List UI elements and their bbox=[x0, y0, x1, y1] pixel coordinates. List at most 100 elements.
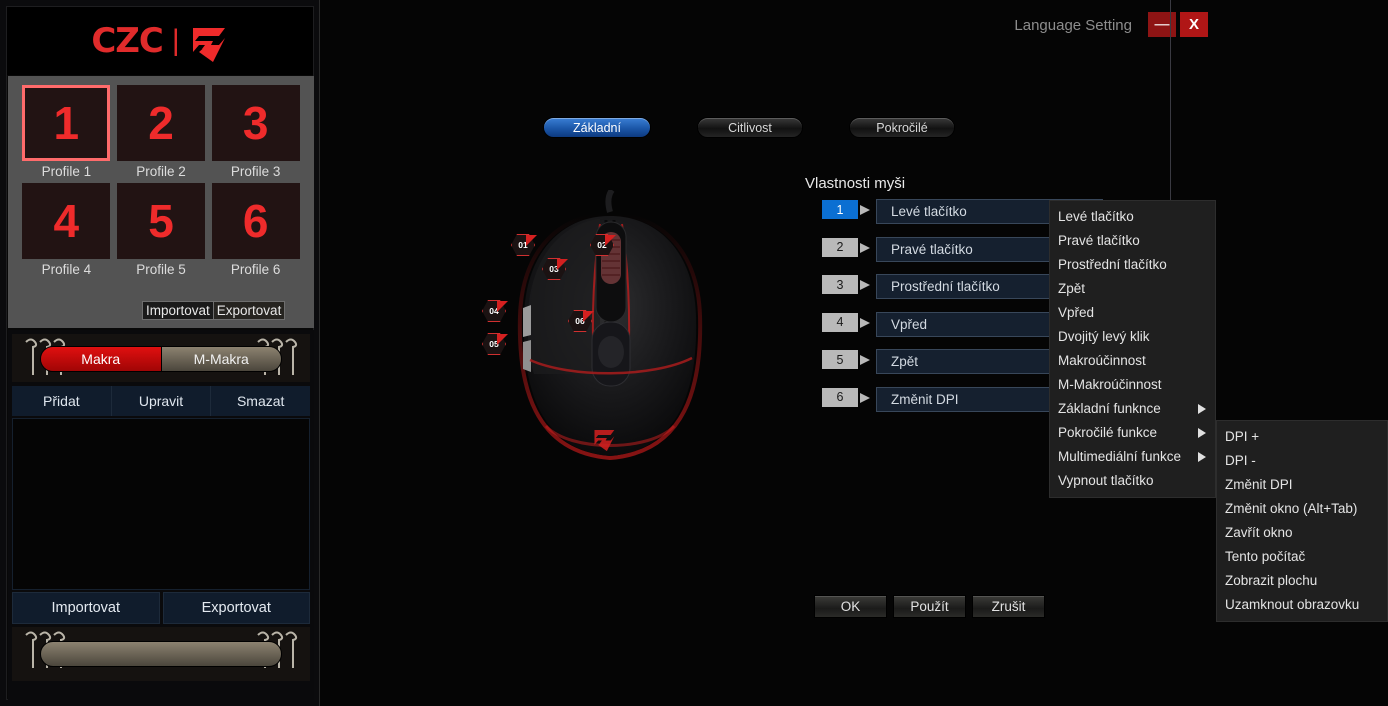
macro-tab-m-makra[interactable]: M-Makra bbox=[161, 347, 281, 371]
app-window: CZC | 1 Profile 1 2 Profile 2 3 Profile … bbox=[0, 0, 1388, 706]
button-index-badge[interactable]: 6 bbox=[822, 387, 858, 407]
profile-label: Profile 5 bbox=[136, 262, 186, 277]
submenu-item-zmenit-okno[interactable]: Změnit okno (Alt+Tab) bbox=[1217, 497, 1387, 521]
macro-import-button[interactable]: Importovat bbox=[12, 592, 160, 624]
menu-item-zakladni-funkce[interactable]: Základní funknce bbox=[1050, 397, 1215, 421]
mouse-callout-05: 05 bbox=[482, 333, 508, 355]
profile-number: 5 bbox=[148, 195, 174, 247]
macro-action-bar: Přidat Upravit Smazat bbox=[12, 386, 311, 416]
menu-item-vypnout-tlacitko[interactable]: Vypnout tlačítko bbox=[1050, 469, 1215, 493]
macro-export-button[interactable]: Exportovat bbox=[162, 592, 310, 624]
profile-item-6[interactable]: 6 Profile 6 bbox=[211, 183, 300, 277]
sidebar-inner-frame: CZC | 1 Profile 1 2 Profile 2 3 Profile … bbox=[6, 6, 314, 700]
menu-item-label: Pokročilé funkce bbox=[1058, 425, 1158, 440]
menu-item-label: Základní funknce bbox=[1058, 401, 1161, 416]
assignment-dropdown-menu[interactable]: Levé tlačítko Pravé tlačítko Prostřední … bbox=[1049, 200, 1216, 498]
profile-item-5[interactable]: 5 Profile 5 bbox=[116, 183, 206, 277]
mouse-diagram: 01 02 03 04 05 06 bbox=[460, 188, 760, 500]
pointer-arrow-icon bbox=[860, 205, 870, 215]
tab-citlivost[interactable]: Citlivost bbox=[697, 117, 803, 138]
brand-name: CZC bbox=[91, 21, 164, 61]
macro-tab-switch[interactable]: Makra M-Makra bbox=[40, 346, 282, 372]
profile-item-4[interactable]: 4 Profile 4 bbox=[22, 183, 111, 277]
profile-number: 4 bbox=[53, 195, 80, 247]
profile-label: Profile 2 bbox=[136, 164, 186, 179]
menu-item-zpet[interactable]: Zpět bbox=[1050, 277, 1215, 301]
menu-item-pokrocile-funkce[interactable]: Pokročilé funkce bbox=[1050, 421, 1215, 445]
macro-add-button[interactable]: Přidat bbox=[12, 386, 112, 416]
profile-panel: 1 Profile 1 2 Profile 2 3 Profile 3 4 Pr… bbox=[8, 76, 314, 328]
macro-section: Makra M-Makra Přidat Upravit Smazat Impo… bbox=[8, 330, 314, 700]
mouse-callout-04: 04 bbox=[482, 300, 508, 322]
dialog-button-bar: OK Použít Zrušit bbox=[814, 595, 1045, 618]
menu-item-m-makroucinnost[interactable]: M-Makroúčinnost bbox=[1050, 373, 1215, 397]
menu-item-dvojity-levy-klik[interactable]: Dvojitý levý klik bbox=[1050, 325, 1215, 349]
submenu-item-zavrit-okno[interactable]: Zavřít okno bbox=[1217, 521, 1387, 545]
mouse-callout-01: 01 bbox=[511, 234, 537, 256]
submenu-arrow-icon bbox=[1198, 452, 1206, 462]
submenu-item-zmenit-dpi[interactable]: Změnit DPI bbox=[1217, 473, 1387, 497]
macro-delete-button[interactable]: Smazat bbox=[211, 386, 311, 416]
macro-footer-decor bbox=[12, 627, 310, 681]
profile-import-button[interactable]: Importovat bbox=[142, 301, 214, 320]
button-index-badge[interactable]: 2 bbox=[822, 237, 858, 257]
profile-io-buttons: Importovat Exportovat bbox=[142, 301, 286, 320]
page-title: Vlastnosti myši bbox=[805, 175, 906, 192]
button-index-badge[interactable]: 4 bbox=[822, 312, 858, 332]
brand-separator: | bbox=[171, 24, 180, 57]
submenu-item-dpi-plus[interactable]: DPI + bbox=[1217, 425, 1387, 449]
brand-logo: CZC | bbox=[7, 7, 313, 75]
profile-label: Profile 1 bbox=[41, 164, 92, 179]
pointer-arrow-icon bbox=[860, 242, 870, 253]
profile-export-button[interactable]: Exportovat bbox=[213, 301, 286, 320]
menu-item-leve-tlacitko[interactable]: Levé tlačítko bbox=[1050, 205, 1215, 229]
profile-label: Profile 4 bbox=[41, 262, 92, 277]
macro-footer-pill bbox=[40, 641, 282, 667]
ok-button[interactable]: OK bbox=[814, 595, 887, 618]
menu-item-multimedialni-funkce[interactable]: Multimediální funkce bbox=[1050, 445, 1215, 469]
g-logo-icon bbox=[189, 28, 229, 62]
submenu-item-uzamknout-obrazovku[interactable]: Uzamknout obrazovku bbox=[1217, 593, 1387, 617]
submenu-arrow-icon bbox=[1198, 428, 1206, 438]
menu-item-prave-tlacitko[interactable]: Pravé tlačítko bbox=[1050, 229, 1215, 253]
mouse-callout-03: 03 bbox=[542, 258, 568, 280]
profile-tile[interactable]: 6 bbox=[211, 183, 300, 259]
apply-button[interactable]: Použít bbox=[893, 595, 966, 618]
language-setting-label[interactable]: Language Setting bbox=[1014, 17, 1132, 34]
macro-list[interactable] bbox=[12, 418, 310, 590]
submenu-arrow-icon bbox=[1198, 404, 1206, 414]
button-index-badge[interactable]: 3 bbox=[822, 275, 858, 294]
button-index-badge[interactable]: 1 bbox=[822, 200, 858, 219]
macro-io-bar: Importovat Exportovat bbox=[12, 592, 310, 624]
button-index-badge[interactable]: 5 bbox=[822, 350, 858, 369]
macro-edit-button[interactable]: Upravit bbox=[111, 386, 212, 416]
submenu-item-dpi-minus[interactable]: DPI - bbox=[1217, 449, 1387, 473]
profile-tile[interactable]: 4 bbox=[22, 183, 111, 259]
sidebar: CZC | 1 Profile 1 2 Profile 2 3 Profile … bbox=[0, 0, 320, 706]
profile-label: Profile 6 bbox=[230, 262, 281, 277]
profile-tile[interactable]: 5 bbox=[116, 183, 205, 259]
pointer-arrow-icon bbox=[860, 355, 870, 365]
mouse-callout-06: 06 bbox=[568, 310, 594, 332]
tab-zakladni[interactable]: Základní bbox=[543, 117, 651, 138]
advanced-functions-submenu[interactable]: DPI + DPI - Změnit DPI Změnit okno (Alt+… bbox=[1216, 420, 1388, 622]
menu-item-label: Multimediální funkce bbox=[1058, 449, 1182, 464]
vertical-divider bbox=[1170, 0, 1171, 200]
main-tabbar: Základní Citlivost Pokročilé bbox=[0, 117, 1388, 139]
macro-tab-makra[interactable]: Makra bbox=[41, 347, 162, 371]
menu-item-prostredni-tlacitko[interactable]: Prostřední tlačítko bbox=[1050, 253, 1215, 277]
cancel-button[interactable]: Zrušit bbox=[972, 595, 1045, 618]
profile-grid: 1 Profile 1 2 Profile 2 3 Profile 3 4 Pr… bbox=[8, 76, 314, 277]
submenu-item-zobrazit-plochu[interactable]: Zobrazit plochu bbox=[1217, 569, 1387, 593]
tab-pokrocile[interactable]: Pokročilé bbox=[849, 117, 955, 138]
pointer-arrow-icon bbox=[860, 280, 870, 290]
submenu-item-tento-pocitac[interactable]: Tento počítač bbox=[1217, 545, 1387, 569]
minimize-button[interactable]: — bbox=[1148, 12, 1176, 37]
menu-item-vpred[interactable]: Vpřed bbox=[1050, 301, 1215, 325]
pointer-arrow-icon bbox=[860, 317, 870, 328]
menu-item-makroucinnost[interactable]: Makroúčinnost bbox=[1050, 349, 1215, 373]
macro-tabbar: Makra M-Makra bbox=[12, 334, 310, 382]
profile-label: Profile 3 bbox=[230, 164, 281, 179]
profile-number: 6 bbox=[242, 195, 269, 247]
close-button[interactable]: X bbox=[1180, 12, 1208, 37]
